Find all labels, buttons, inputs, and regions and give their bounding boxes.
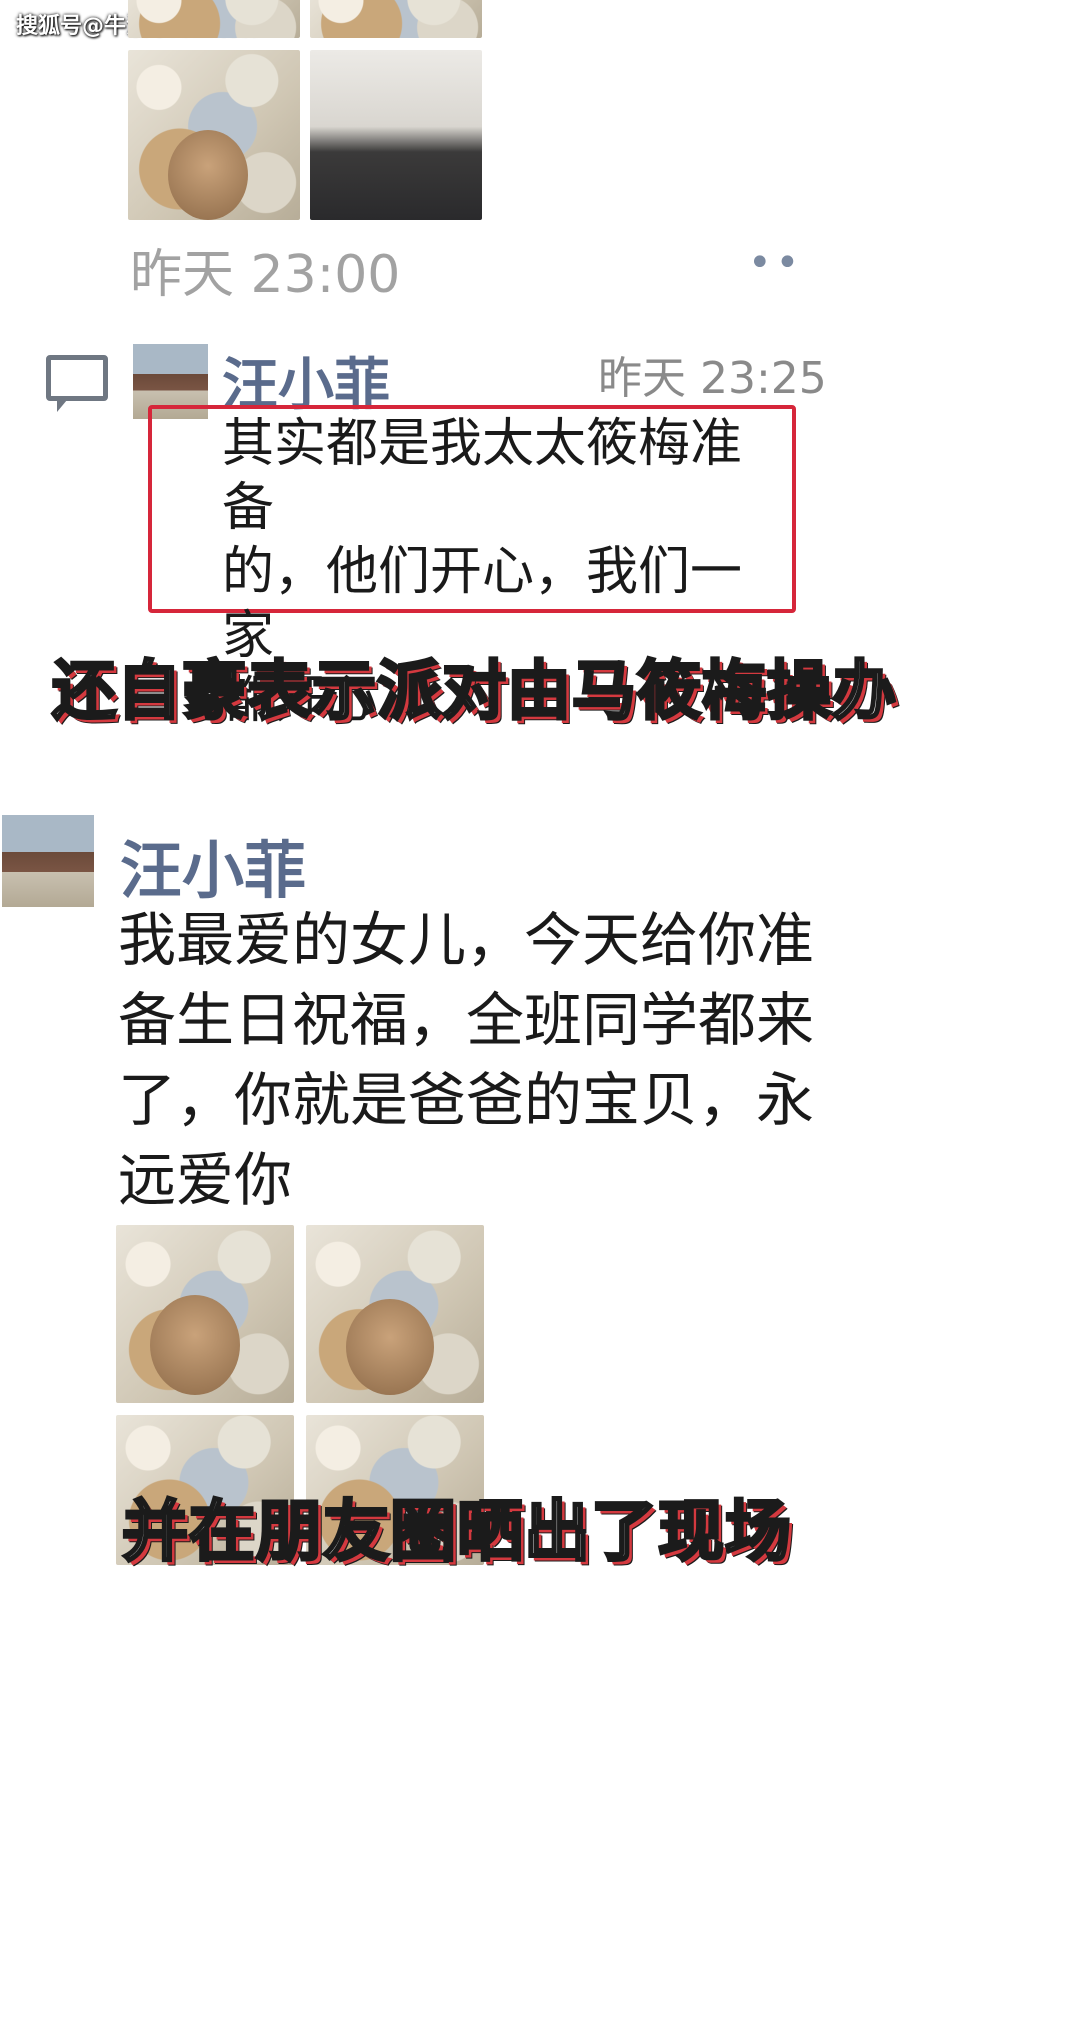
avatar[interactable] — [2, 815, 94, 907]
post-line: 了，你就是爸爸的宝贝，永 — [118, 1066, 815, 1134]
teddy-bear-decoration — [150, 1295, 240, 1395]
post-photo[interactable] — [310, 0, 482, 38]
post-photo[interactable] — [310, 50, 482, 220]
post-line: 备生日祝福，全班同学都来 — [118, 986, 815, 1054]
post-photo[interactable] — [306, 1225, 484, 1403]
post-author[interactable]: 汪小菲 — [120, 820, 306, 910]
comment-line: 其实都是我太太筱梅准备 — [222, 414, 743, 538]
video-caption: 还自豪表示派对由马筱梅操办 — [51, 654, 898, 731]
comment-time: 昨天 23:25 — [598, 353, 827, 404]
video-caption: 并在朋友圈晒出了现场 — [121, 1492, 793, 1572]
post-photo[interactable] — [128, 0, 300, 38]
more-dots-icon[interactable]: •• — [748, 240, 803, 286]
teddy-bear-decoration — [346, 1299, 434, 1395]
comment-icon — [46, 355, 108, 412]
post-timestamp: 昨天 23:00 — [130, 245, 401, 305]
post-text: 我最爱的女儿，今天给你准 备生日祝福，全班同学都来 了，你就是爸爸的宝贝，永 远… — [118, 900, 818, 1220]
post-photo[interactable] — [116, 1225, 294, 1403]
post-line: 我最爱的女儿，今天给你准 — [118, 906, 815, 974]
post-photo[interactable] — [128, 50, 300, 220]
post-line: 远爱你 — [118, 1146, 293, 1214]
teddy-bear-decoration — [168, 130, 248, 220]
